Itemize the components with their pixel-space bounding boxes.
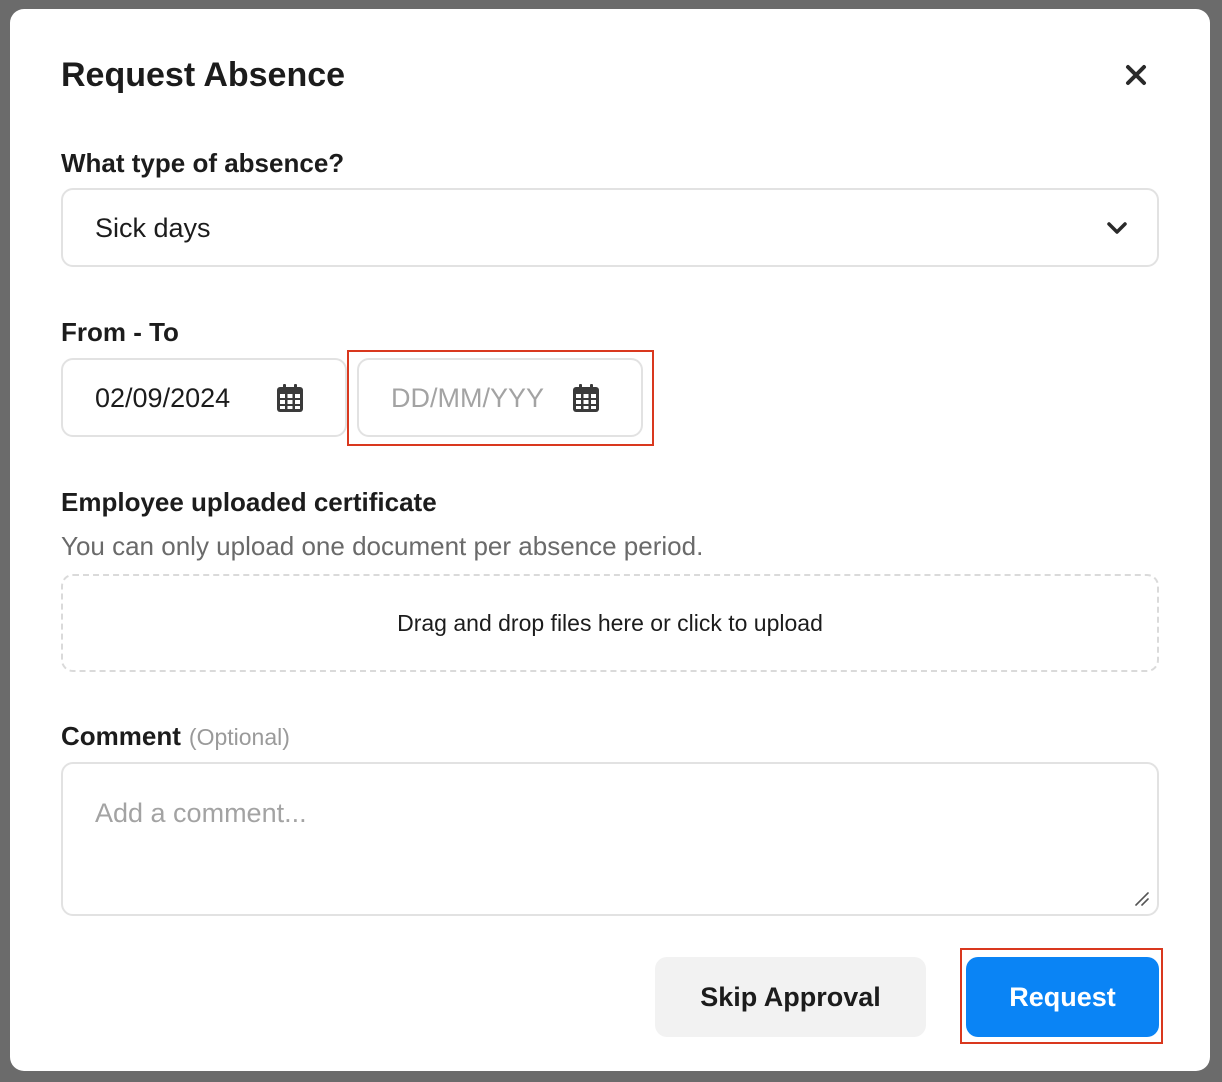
request-absence-modal: Request Absence What type of absence? Si… bbox=[10, 9, 1210, 1071]
comment-textarea[interactable] bbox=[61, 762, 1159, 916]
to-date-placeholder: DD/MM/YYY bbox=[391, 383, 545, 413]
calendar-icon[interactable] bbox=[277, 384, 303, 412]
calendar-icon[interactable] bbox=[573, 384, 599, 412]
optional-tag: (Optional) bbox=[188, 724, 290, 750]
certificate-helper-text: You can only upload one document per abs… bbox=[61, 531, 704, 561]
skip-approval-button[interactable]: Skip Approval bbox=[655, 957, 926, 1037]
close-icon bbox=[1126, 65, 1146, 85]
from-date-value: 02/09/2024 bbox=[95, 383, 231, 413]
absence-type-label: What type of absence? bbox=[61, 148, 345, 178]
date-range-label: From - To bbox=[61, 317, 179, 347]
close-button[interactable] bbox=[1120, 59, 1152, 91]
to-date-input[interactable]: DD/MM/YYY bbox=[357, 358, 643, 437]
chevron-down-icon bbox=[1107, 222, 1127, 234]
absence-type-select[interactable]: Sick days bbox=[61, 188, 1159, 267]
certificate-label: Employee uploaded certificate bbox=[61, 487, 437, 517]
request-button[interactable]: Request bbox=[966, 957, 1159, 1037]
dropzone-text: Drag and drop files here or click to upl… bbox=[397, 609, 823, 636]
comment-label-text: Comment bbox=[61, 721, 181, 751]
from-date-input[interactable]: 02/09/2024 bbox=[61, 358, 347, 437]
modal-title: Request Absence bbox=[61, 56, 346, 94]
comment-label: Comment (Optional) bbox=[61, 721, 290, 752]
resize-handle-icon[interactable] bbox=[1132, 889, 1150, 907]
file-dropzone[interactable]: Drag and drop files here or click to upl… bbox=[61, 574, 1159, 672]
absence-type-value: Sick days bbox=[95, 213, 211, 243]
